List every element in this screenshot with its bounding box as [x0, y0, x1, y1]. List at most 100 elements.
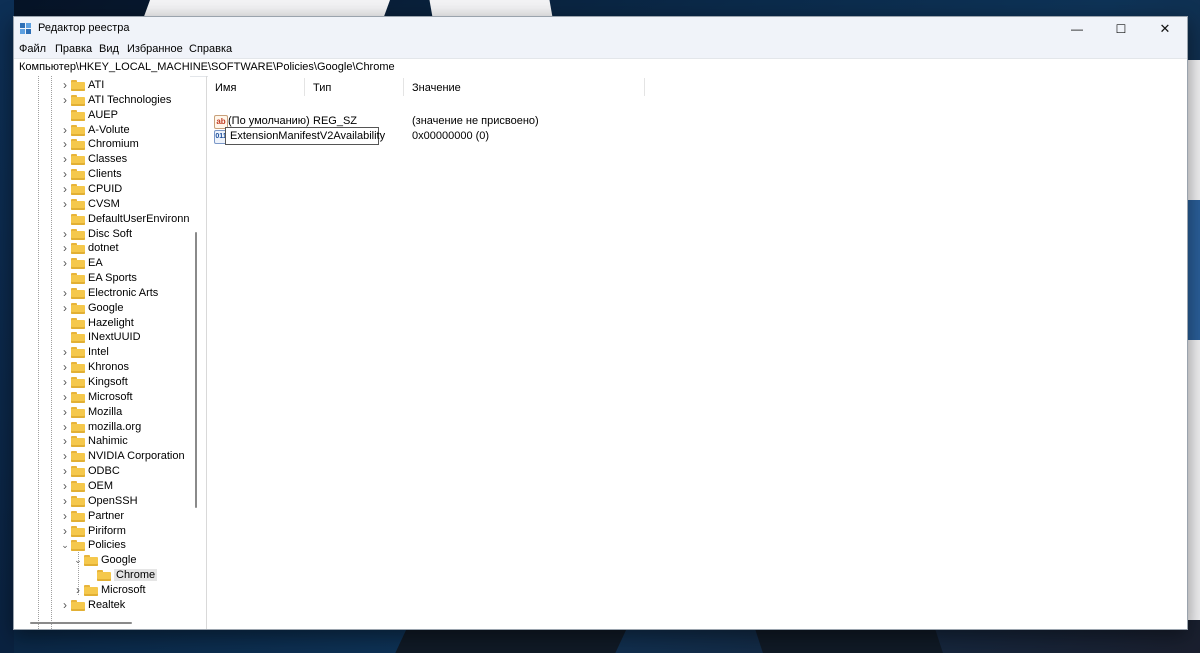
chevron-right-icon[interactable]: ›: [60, 525, 70, 537]
chevron-down-icon[interactable]: ⌄: [60, 540, 70, 550]
menu-view[interactable]: Вид: [99, 43, 119, 55]
tree-item[interactable]: › NVIDIA Corporation: [14, 449, 190, 464]
window-title: Редактор реестра: [38, 22, 130, 34]
tree-item[interactable]: › CPUID: [14, 182, 190, 197]
tree-item[interactable]: › Partner: [14, 509, 190, 524]
tree-item-label: CPUID: [88, 182, 123, 195]
chevron-right-icon[interactable]: ›: [60, 302, 70, 314]
tree-item[interactable]: EA Sports: [14, 271, 190, 286]
chevron-right-icon[interactable]: ›: [73, 584, 83, 596]
chevron-right-icon[interactable]: ›: [60, 450, 70, 462]
menu-file[interactable]: Файл: [19, 43, 46, 55]
menu-help[interactable]: Справка: [189, 43, 232, 55]
chevron-down-icon[interactable]: ⌄: [73, 555, 83, 565]
values-list: Имя Тип Значение ab (По умолчанию) REG_S…: [208, 76, 1187, 629]
pane-splitter[interactable]: [206, 76, 207, 629]
chevron-right-icon[interactable]: ›: [60, 79, 70, 91]
chevron-right-icon[interactable]: ›: [60, 435, 70, 447]
chevron-right-icon[interactable]: ›: [60, 465, 70, 477]
tree-item[interactable]: › Microsoft: [14, 390, 190, 405]
tree-item[interactable]: › Khronos: [14, 360, 190, 375]
tree-item[interactable]: › OpenSSH: [14, 494, 190, 509]
chevron-right-icon[interactable]: ›: [60, 346, 70, 358]
tree-item[interactable]: › Classes: [14, 152, 190, 167]
tree-item[interactable]: › Nahimic: [14, 434, 190, 449]
menu-bar: Файл Правка Вид Избранное Справка: [14, 41, 1187, 58]
tree-item[interactable]: Chrome: [14, 568, 190, 583]
tree-item[interactable]: Hazelight: [14, 316, 190, 331]
tree-item[interactable]: › Disc Soft: [14, 227, 190, 242]
tree-item[interactable]: › ODBC: [14, 464, 190, 479]
tree-item[interactable]: › Clients: [14, 167, 190, 182]
tree-item[interactable]: › A-Volute: [14, 123, 190, 138]
minimize-button[interactable]: —: [1055, 17, 1099, 41]
menu-edit[interactable]: Правка: [55, 43, 92, 55]
tree-item[interactable]: DefaultUserEnvironn: [14, 212, 190, 227]
chevron-right-icon[interactable]: ›: [60, 391, 70, 403]
chevron-right-icon[interactable]: ›: [60, 242, 70, 254]
value-type: REG_SZ: [313, 115, 358, 127]
chevron-right-icon[interactable]: ›: [60, 421, 70, 433]
folder-icon: [71, 480, 85, 492]
chevron-right-icon[interactable]: ›: [60, 183, 70, 195]
tree-item-label: Chrome: [114, 569, 158, 582]
column-separator[interactable]: [403, 78, 404, 96]
tree-item-label: CVSM: [88, 197, 120, 210]
chevron-right-icon[interactable]: ›: [60, 257, 70, 269]
tree-item[interactable]: › Piriform: [14, 524, 190, 539]
chevron-right-icon[interactable]: ›: [60, 376, 70, 388]
tree-item[interactable]: › CVSM: [14, 197, 190, 212]
chevron-right-icon[interactable]: ›: [60, 228, 70, 240]
tree-item[interactable]: › Chromium: [14, 137, 190, 152]
menu-favorites[interactable]: Избранное: [127, 43, 183, 55]
tree-item[interactable]: › Kingsoft: [14, 375, 190, 390]
column-header-type[interactable]: Тип: [313, 82, 331, 94]
tree-item[interactable]: INextUUID: [14, 330, 190, 345]
tree-item[interactable]: ⌄ Policies: [14, 538, 190, 553]
tree-item[interactable]: › dotnet: [14, 241, 190, 256]
tree-item[interactable]: › Mozilla: [14, 405, 190, 420]
chevron-right-icon[interactable]: ›: [60, 124, 70, 136]
title-bar[interactable]: Редактор реестра — ☐ ✕: [14, 17, 1187, 41]
registry-key-tree[interactable]: › ATI › ATI Technologies AUEP › A-Volute › Chrom…: [14, 76, 190, 629]
rename-value-input[interactable]: ExtensionManifestV2Availability: [225, 127, 385, 145]
chevron-right-icon[interactable]: ›: [60, 510, 70, 522]
tree-item[interactable]: › Electronic Arts: [14, 286, 190, 301]
tree-item[interactable]: › ATI: [14, 78, 190, 93]
close-button[interactable]: ✕: [1143, 17, 1187, 41]
maximize-button[interactable]: ☐: [1099, 17, 1143, 41]
tree-item-label: EA: [88, 257, 103, 270]
tree-horizontal-scrollbar[interactable]: [30, 622, 132, 624]
tree-vertical-scrollbar[interactable]: [195, 232, 197, 508]
tree-item[interactable]: › Realtek: [14, 598, 190, 613]
tree-item[interactable]: › Google: [14, 301, 190, 316]
tree-item[interactable]: ⌄ Google: [14, 553, 190, 568]
chevron-right-icon[interactable]: ›: [60, 406, 70, 418]
folder-icon: [71, 525, 85, 537]
tree-item[interactable]: AUEP: [14, 108, 190, 123]
folder-icon: [71, 258, 85, 270]
chevron-right-icon[interactable]: ›: [60, 198, 70, 210]
tree-item-label: Partner: [88, 509, 125, 522]
tree-item[interactable]: › EA: [14, 256, 190, 271]
chevron-right-icon[interactable]: ›: [60, 361, 70, 373]
chevron-right-icon[interactable]: ›: [60, 480, 70, 492]
tree-item[interactable]: › OEM: [14, 479, 190, 494]
chevron-right-icon[interactable]: ›: [60, 138, 70, 150]
chevron-right-icon[interactable]: ›: [60, 495, 70, 507]
value-row-extension-manifest[interactable]: 011 ExtensionManifestV2Availability 0x00…: [208, 127, 708, 145]
column-header-value[interactable]: Значение: [412, 82, 461, 94]
chevron-right-icon[interactable]: ›: [60, 153, 70, 165]
tree-item[interactable]: › Intel: [14, 345, 190, 360]
chevron-right-icon[interactable]: ›: [60, 287, 70, 299]
chevron-right-icon[interactable]: ›: [60, 168, 70, 180]
column-separator[interactable]: [304, 78, 305, 96]
column-separator[interactable]: [644, 78, 645, 96]
chevron-right-icon[interactable]: ›: [60, 94, 70, 106]
column-header-name[interactable]: Имя: [215, 82, 236, 94]
address-bar[interactable]: Компьютер\HKEY_LOCAL_MACHINE\SOFTWARE\Po…: [14, 58, 1187, 77]
tree-item[interactable]: › mozilla.org: [14, 420, 190, 435]
tree-item[interactable]: › ATI Technologies: [14, 93, 190, 108]
chevron-right-icon[interactable]: ›: [60, 599, 70, 611]
tree-item[interactable]: › Microsoft: [14, 583, 190, 598]
